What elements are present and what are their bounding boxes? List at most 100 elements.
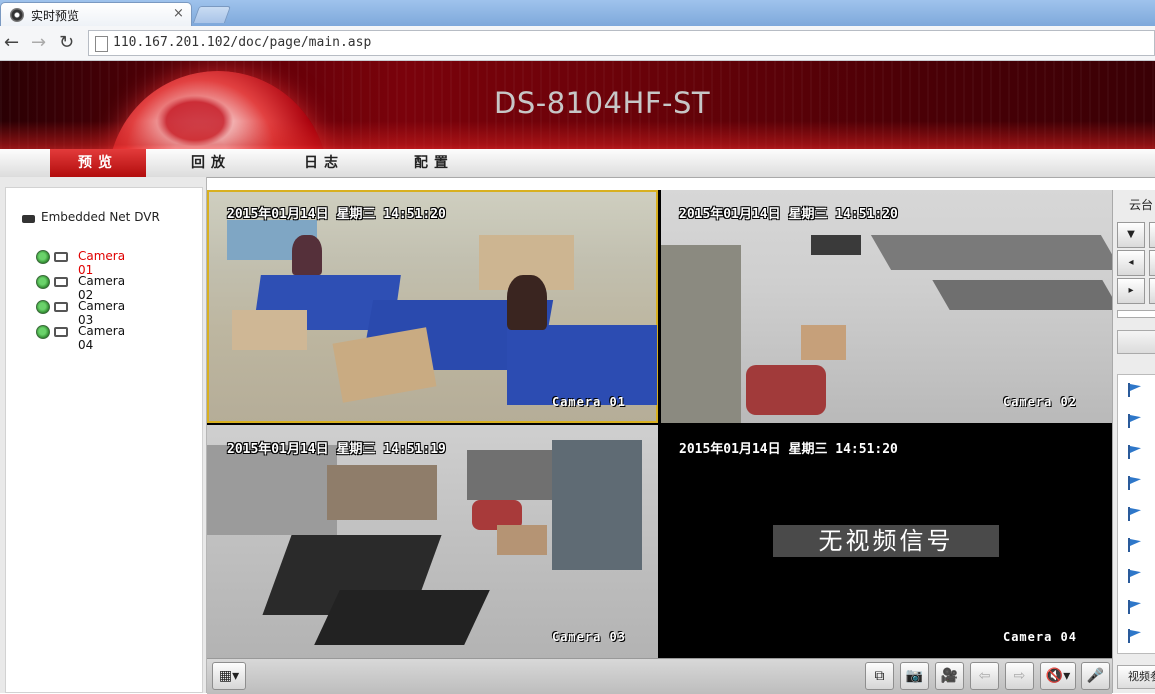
dvr-icon: [22, 215, 35, 223]
preset-flag-icon[interactable]: [1128, 538, 1142, 552]
stop-all-icon: ⧉: [874, 668, 885, 684]
ptz-center-button[interactable]: [1149, 250, 1155, 276]
scene-wall: [207, 445, 337, 535]
scene-desk: [507, 325, 657, 405]
header-banner: DS-8104HF-ST: [0, 61, 1155, 149]
ptz-down-button[interactable]: [1149, 278, 1155, 304]
forward-button[interactable]: →: [31, 32, 46, 53]
menu-log[interactable]: 日志: [276, 149, 372, 177]
ptz-panel: 云台 ▼ ◂ ▸ 视频参数: [1112, 190, 1155, 693]
scene-window: [552, 440, 642, 570]
ptz-right-button[interactable]: ▸: [1117, 278, 1145, 304]
microphone-icon: 🎤: [1086, 668, 1105, 684]
ptz-left-up-button[interactable]: ▼: [1117, 222, 1145, 248]
layout-select-button[interactable]: ▦▾: [212, 662, 246, 690]
record-status-icon[interactable]: [54, 252, 68, 262]
video-window-4[interactable]: 2015年01月14日 星期三 14:51:20 无视频信号 Camera 04: [661, 425, 1112, 658]
camera-label: Camera 03: [78, 299, 126, 327]
preset-flag-icon[interactable]: [1128, 629, 1142, 643]
address-bar[interactable]: 110.167.201.102/doc/page/main.asp: [88, 30, 1155, 56]
preset-flag-icon[interactable]: [1128, 600, 1142, 614]
back-button[interactable]: ←: [4, 32, 19, 53]
play-status-icon[interactable]: [36, 250, 50, 264]
scene-box: [801, 325, 846, 360]
scene-box: [332, 327, 437, 403]
preset-flag-icon[interactable]: [1128, 569, 1142, 583]
new-tab-button[interactable]: [192, 6, 232, 23]
dvr-label[interactable]: Embedded Net DVR: [41, 210, 160, 224]
scene-bags: [746, 365, 826, 415]
main-menu: 预览 回放 日志 配置: [0, 149, 1155, 178]
preview-control-bar: ▦▾ ⧉ 📷 🎥 ⇦ ⇨ 🔇▾ 🎤: [207, 658, 1112, 694]
talk-button[interactable]: 🎤: [1081, 662, 1110, 690]
scene-shelf: [661, 245, 741, 423]
video-window-3[interactable]: 2015年01月14日 星期三 14:51:19 Camera 03: [207, 425, 658, 658]
device-tree-panel: Embedded Net DVR Camera 01 Camera 02 Cam…: [0, 177, 207, 693]
device-model-title: DS-8104HF-ST: [494, 86, 711, 120]
device-tree: Embedded Net DVR Camera 01 Camera 02 Cam…: [5, 187, 203, 693]
play-status-icon[interactable]: [36, 325, 50, 339]
next-page-icon: ⇨: [1013, 668, 1026, 684]
preset-flag-icon[interactable]: [1128, 476, 1142, 490]
browser-tab-bar: 实时预览 ×: [0, 0, 1155, 26]
menu-config[interactable]: 配置: [386, 149, 482, 177]
url-text: 110.167.201.102/doc/page/main.asp: [113, 35, 372, 50]
camera-label: Camera 04: [78, 324, 126, 352]
scene-door: [467, 450, 557, 500]
ptz-title: 云台: [1129, 198, 1154, 212]
audio-button[interactable]: 🔇▾: [1040, 662, 1076, 690]
scene-counter: [932, 280, 1112, 310]
browser-tab[interactable]: 实时预览 ×: [0, 2, 192, 26]
ptz-control-strip[interactable]: [1117, 330, 1155, 354]
scene-box: [497, 525, 547, 555]
record-status-icon[interactable]: [54, 302, 68, 312]
video-params-tab[interactable]: 视频参数: [1117, 665, 1155, 689]
preset-list[interactable]: [1117, 374, 1155, 654]
page-icon: [95, 36, 108, 52]
preset-flag-icon[interactable]: [1128, 383, 1142, 397]
capture-button[interactable]: 📷: [900, 662, 929, 690]
preset-flag-icon[interactable]: [1128, 507, 1142, 521]
play-status-icon[interactable]: [36, 275, 50, 289]
ptz-up-button[interactable]: [1149, 222, 1155, 248]
tab-close-button[interactable]: ×: [173, 6, 184, 21]
prev-page-button[interactable]: ⇦: [970, 662, 999, 690]
banner-glow: [0, 121, 1155, 149]
preset-flag-icon[interactable]: [1128, 445, 1142, 459]
mute-icon: 🔇▾: [1045, 668, 1071, 684]
camera-label: Camera 01: [78, 249, 126, 277]
record-status-icon[interactable]: [54, 277, 68, 287]
camera-label: Camera 02: [78, 274, 126, 302]
next-page-button[interactable]: ⇨: [1005, 662, 1034, 690]
record-icon: 🎥: [940, 668, 959, 684]
scene-person: [507, 275, 547, 330]
scene-box: [232, 310, 307, 350]
stop-all-button[interactable]: ⧉: [865, 662, 894, 690]
video-window-2[interactable]: 2015年01月14日 星期三 14:51:20 Camera 02: [661, 190, 1112, 423]
record-status-icon[interactable]: [54, 327, 68, 337]
favicon-icon: [10, 8, 24, 22]
scene-desk: [327, 465, 437, 520]
scene-monitor: [811, 235, 861, 255]
prev-page-icon: ⇦: [978, 668, 991, 684]
osd-camera-name: Camera 03: [551, 630, 626, 644]
record-all-button[interactable]: 🎥: [935, 662, 964, 690]
osd-time: 2015年01月14日 星期三 14:51:20: [227, 207, 446, 222]
no-video-signal: 无视频信号: [773, 525, 999, 557]
video-grid: 2015年01月14日 星期三 14:51:20 Camera 01 2015年…: [207, 190, 1112, 658]
osd-camera-name: Camera 01: [551, 395, 626, 409]
ptz-left-button[interactable]: ◂: [1117, 250, 1145, 276]
scene-table: [314, 590, 490, 645]
preset-flag-icon[interactable]: [1128, 414, 1142, 428]
video-window-1[interactable]: 2015年01月14日 星期三 14:51:20 Camera 01: [207, 190, 658, 423]
osd-camera-name: Camera 02: [1002, 395, 1077, 409]
play-status-icon[interactable]: [36, 300, 50, 314]
osd-time: 2015年01月14日 星期三 14:51:20: [679, 207, 898, 222]
browser-toolbar: ← → ↻ 110.167.201.102/doc/page/main.asp: [0, 26, 1155, 61]
tab-title: 实时预览: [31, 9, 80, 23]
menu-preview[interactable]: 预览: [50, 149, 146, 177]
osd-time: 2015年01月14日 星期三 14:51:20: [679, 442, 898, 457]
reload-button[interactable]: ↻: [59, 32, 74, 53]
menu-playback[interactable]: 回放: [163, 149, 259, 177]
ptz-speed-slider[interactable]: [1117, 310, 1155, 318]
